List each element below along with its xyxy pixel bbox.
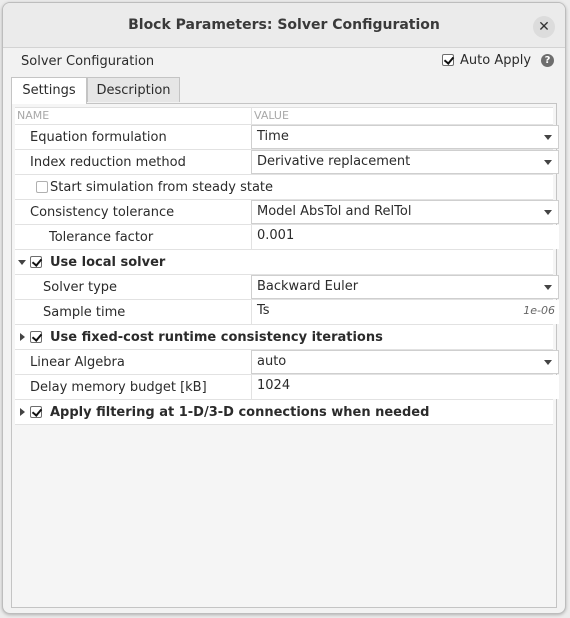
column-header-value: VALUE [254, 109, 289, 122]
use-local-solver-checkbox[interactable] [30, 256, 42, 268]
param-label: Index reduction method [30, 155, 186, 170]
collapse-arrow-icon[interactable] [18, 260, 26, 265]
section-label: Apply filtering at 1-D/3-D connections w… [50, 405, 430, 420]
sample-time-input[interactable]: Ts 1e-06 [251, 300, 559, 324]
param-row-steady-state: Start simulation from steady state [15, 175, 553, 200]
input-value: 1024 [257, 378, 291, 393]
param-label: Delay memory budget [kB] [30, 380, 207, 395]
column-divider [251, 108, 252, 124]
param-row-solver-type: Solver type Backward Euler [15, 275, 559, 300]
input-value: Ts [257, 303, 270, 318]
expand-arrow-icon[interactable] [20, 408, 25, 416]
chevron-down-icon [544, 160, 552, 165]
settings-panel: NAME VALUE Equation formulation Time Ind… [11, 103, 559, 608]
filtering-checkbox[interactable] [30, 406, 42, 418]
param-label: Linear Algebra [30, 355, 125, 370]
tab-description[interactable]: Description [87, 77, 180, 102]
solver-type-dropdown[interactable]: Backward Euler [251, 275, 559, 299]
auto-apply-label: Auto Apply [460, 53, 532, 68]
title-bar: Block Parameters: Solver Configuration ✕ [3, 3, 565, 48]
auto-apply-checkbox[interactable] [442, 54, 454, 66]
steady-state-checkbox[interactable] [36, 181, 48, 193]
dropdown-value: Derivative replacement [257, 154, 411, 169]
section-label: Use local solver [50, 255, 166, 270]
index-reduction-dropdown[interactable]: Derivative replacement [251, 150, 559, 174]
param-row-filtering: Apply filtering at 1-D/3-D connections w… [15, 400, 553, 425]
section-label: Use fixed-cost runtime consistency itera… [50, 330, 383, 345]
param-row-fixed-cost: Use fixed-cost runtime consistency itera… [15, 325, 553, 350]
delay-memory-input[interactable]: 1024 [251, 375, 559, 399]
param-label: Tolerance factor [49, 230, 154, 245]
chevron-down-icon [544, 210, 552, 215]
parameter-table: NAME VALUE Equation formulation Time Ind… [15, 107, 559, 425]
help-icon[interactable]: ? [541, 54, 554, 67]
tab-settings[interactable]: Settings [11, 77, 87, 104]
param-label: Equation formulation [30, 130, 167, 145]
block-name-label: Solver Configuration [21, 54, 155, 69]
block-parameters-dialog: Block Parameters: Solver Configuration ✕… [2, 2, 566, 614]
close-icon[interactable]: ✕ [533, 16, 555, 38]
auto-apply-toggle[interactable]: Auto Apply [442, 53, 531, 68]
param-row-equation-formulation: Equation formulation Time [15, 125, 559, 150]
dropdown-value: Model AbsTol and RelTol [257, 204, 412, 219]
units-label: 1e-06 [523, 304, 555, 317]
input-value: 0.001 [257, 228, 295, 243]
consistency-tolerance-dropdown[interactable]: Model AbsTol and RelTol [251, 200, 559, 224]
param-row-tolerance-factor: Tolerance factor 0.001 [15, 225, 559, 250]
param-label: Start simulation from steady state [50, 180, 274, 195]
param-row-consistency-tolerance: Consistency tolerance Model AbsTol and R… [15, 200, 559, 225]
equation-formulation-dropdown[interactable]: Time [251, 125, 559, 149]
table-header: NAME VALUE [15, 108, 553, 125]
tab-bar: Settings Description [11, 77, 557, 104]
param-row-index-reduction: Index reduction method Derivative replac… [15, 150, 559, 175]
param-row-sample-time: Sample time Ts 1e-06 [15, 300, 559, 325]
param-label: Sample time [43, 305, 126, 320]
fixed-cost-checkbox[interactable] [30, 331, 42, 343]
dropdown-value: Backward Euler [257, 279, 359, 294]
chevron-down-icon [544, 285, 552, 290]
dropdown-value: auto [257, 354, 287, 369]
param-row-use-local-solver: Use local solver [15, 250, 553, 275]
param-row-delay-memory: Delay memory budget [kB] 1024 [15, 375, 559, 400]
param-label: Consistency tolerance [30, 205, 175, 220]
param-label: Solver type [43, 280, 118, 295]
tolerance-factor-input[interactable]: 0.001 [251, 225, 559, 249]
chevron-down-icon [544, 135, 552, 140]
linear-algebra-dropdown[interactable]: auto [251, 350, 559, 374]
window-title: Block Parameters: Solver Configuration [128, 17, 440, 33]
chevron-down-icon [544, 360, 552, 365]
dropdown-value: Time [257, 129, 289, 144]
param-row-linear-algebra: Linear Algebra auto [15, 350, 559, 375]
block-header: Solver Configuration Auto Apply ? [11, 47, 557, 75]
expand-arrow-icon[interactable] [20, 333, 25, 341]
column-header-name: NAME [17, 109, 50, 122]
